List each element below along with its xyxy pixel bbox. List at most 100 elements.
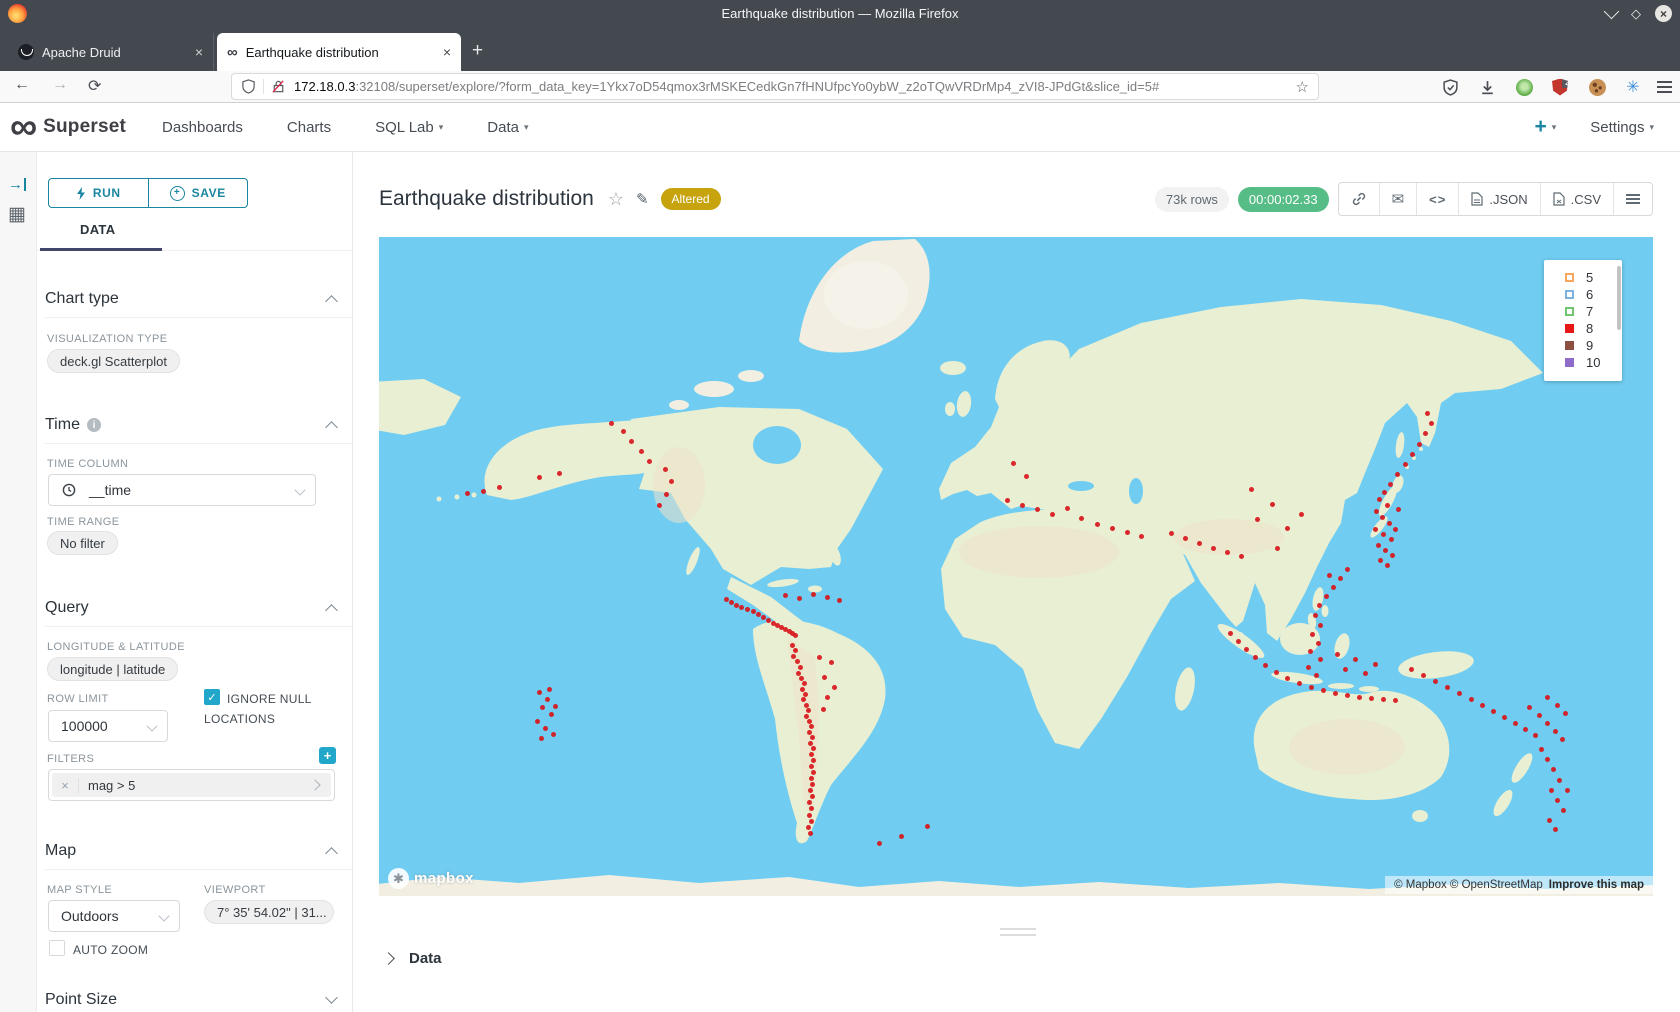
ignore-null-label-2: LOCATIONS <box>204 712 275 726</box>
shield-permissions-icon[interactable] <box>241 79 256 94</box>
earthquake-point <box>465 491 470 496</box>
forward-button[interactable]: → <box>52 76 68 94</box>
section-query[interactable]: Query <box>45 598 336 618</box>
dataset-grid-icon[interactable]: ▦ <box>8 205 26 224</box>
legend-item[interactable]: 10 <box>1565 354 1622 371</box>
nav-charts[interactable]: Charts <box>287 119 331 136</box>
mapbox-logo[interactable]: ✱ mapbox <box>388 868 474 889</box>
legend-item[interactable]: 6 <box>1565 286 1622 303</box>
favorite-star-icon[interactable]: ☆ <box>608 189 624 210</box>
earthquake-point <box>663 467 668 472</box>
legend-item[interactable]: 8 <box>1565 320 1622 337</box>
add-filter-button[interactable]: + <box>319 747 336 764</box>
filter-control[interactable]: × mag > 5 <box>48 769 335 801</box>
legend-label: 8 <box>1586 321 1593 336</box>
viewport-chip[interactable]: 7° 35' 54.02" | 31... <box>204 900 334 924</box>
row-limit-select[interactable]: 100000 <box>48 710 168 742</box>
superset-logo[interactable]: ∞ Superset <box>10 107 126 147</box>
improve-map-link[interactable]: Improve this map <box>1549 879 1644 891</box>
auto-zoom-checkbox[interactable] <box>49 940 65 956</box>
earthquake-point <box>1553 729 1558 734</box>
settings-menu[interactable]: Settings▾ <box>1590 119 1654 136</box>
deckgl-map-canvas[interactable]: 5678910 ✱ mapbox © Mapbox © OpenStreetMa… <box>379 237 1653 896</box>
earthquake-point <box>1020 503 1025 508</box>
panel-resize-handle[interactable] <box>1000 928 1036 940</box>
earthquake-point <box>1417 442 1422 447</box>
legend-scrollbar[interactable] <box>1617 266 1621 330</box>
nav-dashboards[interactable]: Dashboards <box>162 119 243 136</box>
earthquake-point <box>1005 498 1010 503</box>
edit-properties-icon[interactable]: ✎ <box>636 190 649 208</box>
earthquake-point <box>817 655 822 660</box>
data-panel-toggle[interactable]: Data <box>384 950 442 967</box>
legend-item[interactable]: 9 <box>1565 337 1622 354</box>
earthquake-point <box>1502 715 1507 720</box>
earthquake-point <box>1545 757 1550 762</box>
section-chart-type[interactable]: Chart type <box>45 289 336 309</box>
earthquake-point <box>1035 507 1040 512</box>
tab-data[interactable]: DATA <box>80 222 115 237</box>
earthquake-point <box>807 730 812 735</box>
back-button[interactable]: ← <box>14 76 30 94</box>
new-tab-button[interactable]: + <box>472 41 483 60</box>
tab-earthquake-distribution[interactable]: ∞ Earthquake distribution × <box>217 33 461 71</box>
asterisk-extension-icon[interactable]: ✳ <box>1621 75 1645 99</box>
filter-value[interactable]: mag > 5 <box>79 778 311 793</box>
embed-code-button[interactable]: <> <box>1417 183 1459 215</box>
run-button[interactable]: RUN <box>49 179 149 207</box>
earthquake-point <box>1263 663 1268 668</box>
legend-swatch <box>1565 341 1574 350</box>
section-map[interactable]: Map <box>45 841 336 861</box>
earthquake-point <box>1244 647 1249 652</box>
window-close-button[interactable]: × <box>1655 5 1672 22</box>
ignore-null-checkbox[interactable]: ✓ <box>204 689 220 705</box>
time-range-chip[interactable]: No filter <box>47 531 118 555</box>
save-button[interactable]: + SAVE <box>149 179 248 207</box>
section-time[interactable]: Time i <box>45 415 336 435</box>
altered-badge[interactable]: Altered <box>661 188 721 210</box>
earthquake-point <box>809 752 814 757</box>
extension-green-icon[interactable] <box>1512 75 1536 99</box>
window-maximize-button[interactable]: ◇ <box>1631 7 1641 20</box>
chevron-right-icon[interactable] <box>309 779 320 790</box>
expand-datasource-icon[interactable]: → <box>8 176 26 193</box>
bookmark-star-icon[interactable]: ☆ <box>1296 78 1309 96</box>
tab-apache-druid[interactable]: Apache Druid × <box>8 33 214 71</box>
downloads-icon[interactable] <box>1475 75 1499 99</box>
url-bar[interactable]: 172.18.0.3:32108/superset/explore/?form_… <box>232 74 1318 99</box>
viz-type-chip[interactable]: deck.gl Scatterplot <box>47 349 180 373</box>
earthquake-point <box>1321 688 1326 693</box>
new-chart-plus-button[interactable]: +▾ <box>1534 115 1556 139</box>
window-minimize-button[interactable] <box>1604 4 1620 20</box>
chart-menu-button[interactable] <box>1614 183 1652 215</box>
earthquake-point <box>1314 673 1319 678</box>
insecure-lock-icon[interactable] <box>271 79 286 94</box>
remove-filter-icon[interactable]: × <box>52 778 79 793</box>
copy-link-button[interactable] <box>1339 183 1380 215</box>
email-button[interactable]: ✉ <box>1380 183 1418 215</box>
earthquake-point <box>1390 553 1395 558</box>
tab-close-icon[interactable]: × <box>195 44 203 60</box>
legend-item[interactable]: 5 <box>1565 269 1622 286</box>
tracking-protection-icon[interactable] <box>1438 75 1462 99</box>
legend-item[interactable]: 7 <box>1565 303 1622 320</box>
earthquake-point <box>1139 534 1144 539</box>
earthquake-point <box>1549 788 1554 793</box>
nav-data[interactable]: Data▾ <box>487 119 528 136</box>
firefox-menu-icon[interactable] <box>1652 75 1676 99</box>
export-csv-button[interactable]: .CSV <box>1541 183 1614 215</box>
earthquake-point <box>1363 671 1368 676</box>
caret-down-icon: ▾ <box>1552 122 1557 133</box>
section-point-size[interactable]: Point Size <box>45 990 336 1010</box>
map-style-select[interactable]: Outdoors <box>48 900 180 932</box>
cookie-extension-icon[interactable] <box>1585 75 1609 99</box>
export-json-button[interactable]: .JSON <box>1459 183 1540 215</box>
tab-close-icon[interactable]: × <box>443 44 451 60</box>
time-column-select[interactable]: __time <box>48 474 316 506</box>
map-style-label: MAP STYLE <box>47 884 112 896</box>
reload-button[interactable]: ⟳ <box>88 76 101 96</box>
nav-sql-lab[interactable]: SQL Lab▾ <box>375 119 443 136</box>
lonlat-chip[interactable]: longitude | latitude <box>47 657 178 681</box>
ublock-extension-icon[interactable]: 2 <box>1548 75 1572 99</box>
earthquake-point <box>1563 711 1568 716</box>
